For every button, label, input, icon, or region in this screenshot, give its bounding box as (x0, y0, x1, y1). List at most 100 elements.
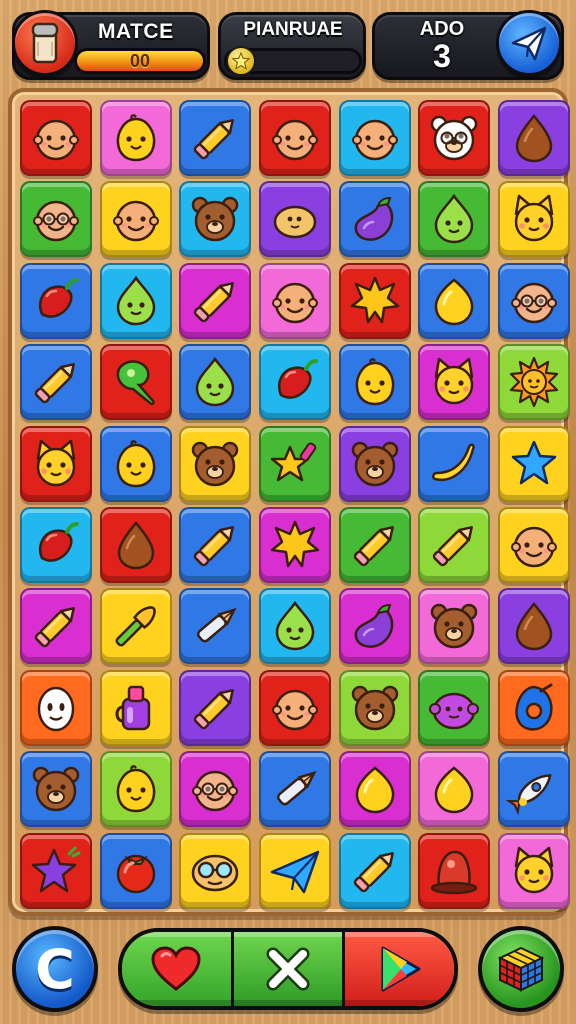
potato-icon (273, 206, 317, 239)
face-glasses-icon (33, 201, 79, 242)
game-tile[interactable] (418, 588, 491, 665)
game-tile[interactable] (498, 669, 571, 746)
game-tile[interactable] (20, 344, 92, 421)
moves-value: 3 (433, 38, 451, 74)
game-tile[interactable] (259, 506, 332, 583)
game-tile[interactable] (99, 751, 172, 828)
bear-icon (351, 685, 398, 730)
game-tile[interactable] (338, 181, 411, 258)
game-tile[interactable] (99, 832, 172, 909)
game-tile[interactable] (259, 588, 332, 665)
game-tile[interactable] (99, 181, 172, 258)
game-tile[interactable] (20, 100, 92, 176)
game-tile[interactable] (259, 425, 332, 502)
game-tile[interactable] (418, 181, 491, 258)
face-glasses-icon (511, 282, 558, 324)
game-tile[interactable] (498, 181, 571, 258)
game-tile[interactable] (498, 751, 571, 828)
game-tile[interactable] (99, 669, 172, 746)
game-tile[interactable] (338, 100, 411, 176)
game-tile[interactable] (418, 832, 491, 909)
game-tile[interactable] (498, 588, 571, 665)
pen-icon (197, 608, 237, 643)
game-tile[interactable] (20, 669, 92, 746)
game-tile[interactable] (179, 506, 252, 583)
game-tile[interactable] (338, 425, 411, 502)
game-tile[interactable] (418, 100, 491, 176)
game-tile[interactable] (418, 506, 491, 583)
seed-icon (515, 602, 553, 651)
game-tile[interactable] (99, 344, 172, 421)
game-tile[interactable] (418, 751, 491, 828)
pen-icon (277, 771, 317, 806)
game-tile[interactable] (20, 832, 92, 909)
seed-icon (117, 521, 154, 570)
game-tile[interactable] (498, 506, 571, 583)
game-tile[interactable] (418, 425, 491, 502)
game-tile[interactable] (20, 506, 92, 583)
egg-face-icon (37, 686, 75, 731)
match-progress-bar: 00 (74, 48, 206, 74)
tile-grid (20, 100, 571, 909)
game-tile[interactable] (259, 669, 332, 746)
game-tile[interactable] (20, 425, 92, 502)
send-button[interactable] (496, 10, 562, 76)
top-hud: MATCE 00 PIANRUAE ADO 3 (0, 0, 576, 92)
game-tile[interactable] (20, 751, 92, 828)
game-tile[interactable] (179, 425, 252, 502)
game-tile[interactable] (179, 100, 252, 176)
game-tile[interactable] (259, 344, 332, 421)
clear-button[interactable] (233, 932, 346, 1006)
game-tile[interactable] (498, 832, 571, 909)
face-icon (272, 689, 319, 730)
play-icon (381, 946, 421, 992)
game-tile[interactable] (338, 669, 411, 746)
game-tile[interactable] (259, 181, 332, 258)
hat-icon (431, 850, 478, 894)
heart-button[interactable] (122, 932, 234, 1006)
play-button[interactable] (345, 932, 454, 1006)
game-tile[interactable] (498, 344, 571, 421)
match-label: MATCE (98, 20, 174, 43)
game-tile[interactable] (99, 506, 172, 583)
game-tile[interactable] (259, 262, 332, 339)
game-tile[interactable] (179, 751, 252, 828)
game-tile[interactable] (179, 181, 252, 258)
game-tile[interactable] (498, 425, 571, 502)
game-tile[interactable] (498, 100, 571, 176)
game-tile[interactable] (179, 344, 252, 421)
game-tile[interactable] (338, 588, 411, 665)
game-tile[interactable] (338, 262, 411, 339)
game-tile[interactable] (20, 181, 92, 258)
game-tile[interactable] (418, 344, 491, 421)
game-tile[interactable] (498, 262, 571, 339)
bottom-controls: C (0, 916, 576, 1024)
c-button[interactable]: C (12, 926, 98, 1012)
game-tile[interactable] (338, 344, 411, 421)
game-tile[interactable] (20, 262, 92, 339)
game-tile[interactable] (259, 751, 332, 828)
game-tile[interactable] (338, 751, 411, 828)
game-tile[interactable] (99, 425, 172, 502)
chick-icon (116, 439, 155, 487)
game-tile[interactable] (179, 669, 252, 746)
eggplant-icon (354, 604, 393, 649)
game-tile[interactable] (338, 506, 411, 583)
shaker-button[interactable] (12, 10, 78, 76)
game-tile[interactable] (338, 832, 411, 909)
rocket-icon (505, 774, 552, 816)
game-tile[interactable] (418, 262, 491, 339)
game-tile[interactable] (99, 262, 172, 339)
game-tile[interactable] (99, 100, 172, 176)
star-icon (226, 46, 256, 76)
game-tile[interactable] (418, 669, 491, 746)
game-tile[interactable] (179, 262, 252, 339)
pencil-icon (34, 363, 75, 404)
shuffle-button[interactable] (478, 926, 564, 1012)
game-tile[interactable] (179, 588, 252, 665)
game-tile[interactable] (20, 588, 92, 665)
game-tile[interactable] (99, 588, 172, 665)
game-tile[interactable] (259, 832, 332, 909)
game-tile[interactable] (179, 832, 252, 909)
game-tile[interactable] (259, 100, 332, 176)
